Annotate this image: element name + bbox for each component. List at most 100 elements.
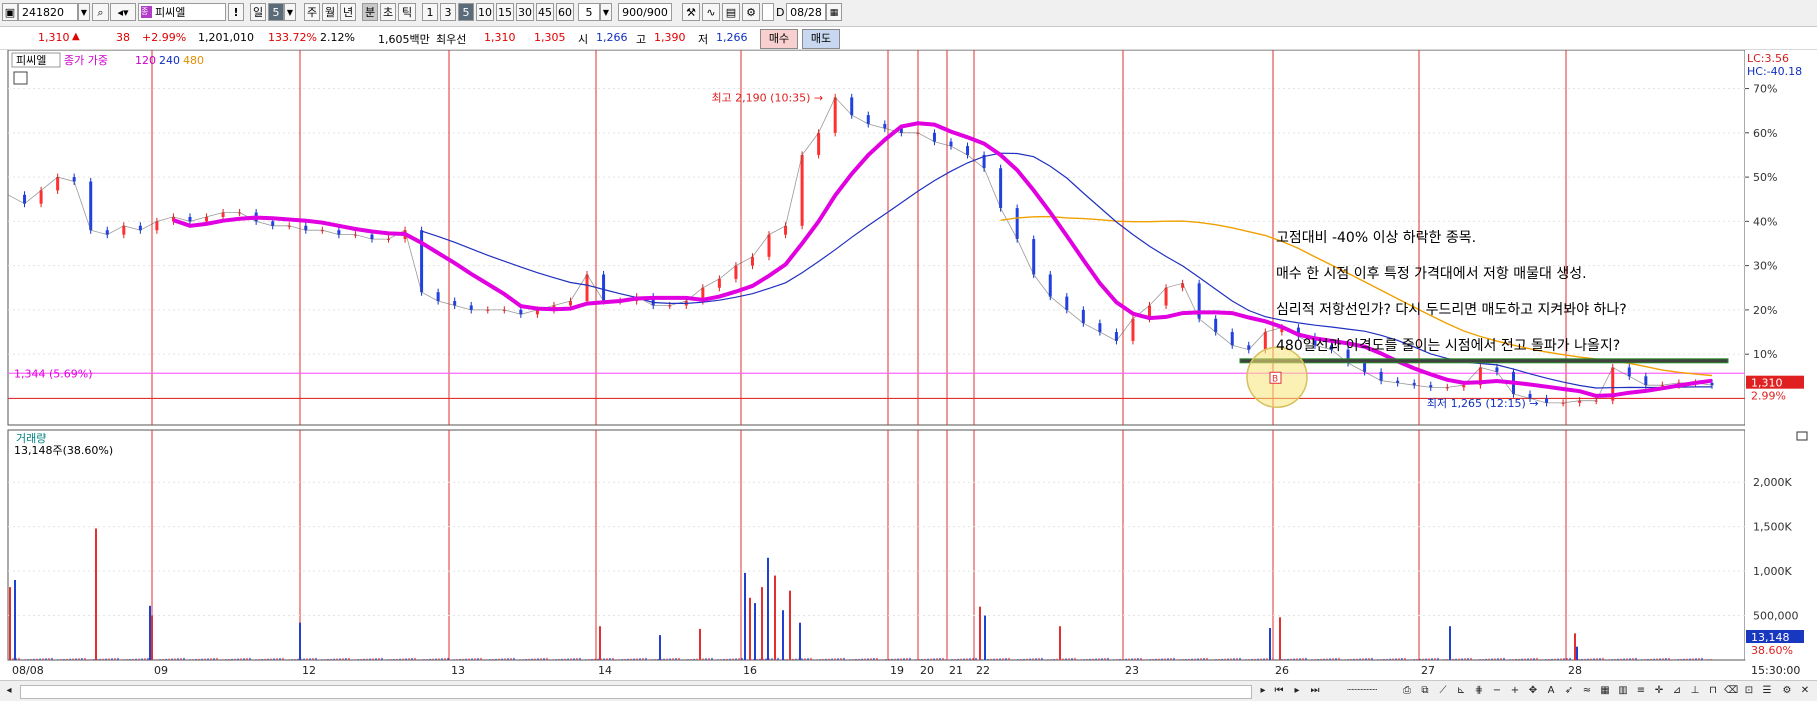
magnet-icon[interactable]: ⊓ bbox=[1706, 684, 1720, 698]
sound-icon[interactable]: ◂▾ bbox=[110, 3, 136, 21]
up-arrow-icon: ▲ bbox=[72, 31, 80, 42]
last-page-icon[interactable]: ⏭ bbox=[1308, 684, 1322, 698]
period-day[interactable]: 일 bbox=[250, 3, 266, 21]
play-icon[interactable]: ▸ bbox=[1290, 684, 1304, 698]
interval-10[interactable]: 10 bbox=[476, 3, 494, 21]
candle-body bbox=[1230, 332, 1234, 346]
move-icon[interactable]: ✥ bbox=[1526, 684, 1540, 698]
alert-button[interactable]: ! bbox=[228, 3, 244, 21]
interval-3[interactable]: 3 bbox=[440, 3, 456, 21]
print-icon[interactable]: ⎙ bbox=[1400, 684, 1414, 698]
tool-icon[interactable]: ⚒ bbox=[682, 3, 700, 21]
indicator-icon[interactable]: ⊿ bbox=[1670, 684, 1684, 698]
period-day-count[interactable]: 5 bbox=[268, 3, 284, 21]
settings-icon[interactable]: ⚙ bbox=[1780, 684, 1794, 698]
pct-label: 2.99% bbox=[1751, 390, 1786, 403]
price-label: 1,310 bbox=[1751, 377, 1783, 390]
zoom-in-icon[interactable]: + bbox=[1508, 684, 1522, 698]
note-line: 480일선과 이격도를 줄이는 시점에서 전고 돌파가 나올지? bbox=[1276, 338, 1620, 354]
trend-tool-icon[interactable]: ⊾ bbox=[1454, 684, 1468, 698]
cross-icon[interactable]: ✛ bbox=[1652, 684, 1666, 698]
line-tool-icon[interactable]: ⟋ bbox=[1436, 684, 1450, 698]
scroll-track[interactable] bbox=[20, 685, 1252, 699]
first-page-icon[interactable]: ⏮ bbox=[1272, 684, 1286, 698]
period-second[interactable]: 초 bbox=[380, 3, 396, 21]
fib-tool-icon[interactable]: ⋕ bbox=[1472, 684, 1486, 698]
date-label: 09 bbox=[154, 664, 168, 677]
scroll-right-icon[interactable]: ▸ bbox=[1256, 684, 1270, 698]
table-icon[interactable] bbox=[13, 71, 28, 85]
volume-ratio: 133.72% bbox=[268, 31, 317, 44]
period-dropdown-icon[interactable]: ▼ bbox=[284, 3, 296, 21]
calendar-icon[interactable]: ▦ bbox=[826, 3, 842, 21]
interval-30[interactable]: 30 bbox=[516, 3, 534, 21]
date-checkbox[interactable] bbox=[762, 3, 774, 21]
low-label: 최저 1,265 (12:15) → bbox=[1427, 397, 1539, 410]
period-year[interactable]: 년 bbox=[340, 3, 356, 21]
interval-60[interactable]: 60 bbox=[556, 3, 574, 21]
period-tick[interactable]: 틱 bbox=[398, 3, 416, 21]
grid-tool-icon[interactable]: ▦ bbox=[1598, 684, 1612, 698]
date-label: 26 bbox=[1275, 664, 1289, 677]
save-icon[interactable]: ▤ bbox=[722, 3, 740, 21]
interval-45[interactable]: 45 bbox=[536, 3, 554, 21]
stock-name: 피씨엘 bbox=[155, 6, 186, 19]
date-label: 22 bbox=[976, 664, 990, 677]
interval-dropdown-icon[interactable]: ▼ bbox=[600, 3, 612, 21]
search-icon[interactable]: ⌕ bbox=[92, 3, 109, 21]
change-percent: +2.99% bbox=[142, 31, 187, 44]
wave-tool-icon[interactable]: ≈ bbox=[1580, 684, 1594, 698]
candle-body bbox=[1627, 367, 1631, 377]
period-month[interactable]: 월 bbox=[322, 3, 338, 21]
code-dropdown-icon[interactable]: ▼ bbox=[78, 3, 90, 21]
candle-body bbox=[1363, 363, 1367, 372]
chart-type-icon[interactable]: ▥ bbox=[1616, 684, 1630, 698]
price-tick-label: 60% bbox=[1753, 127, 1777, 140]
pattern-icon[interactable]: ∿ bbox=[702, 3, 720, 21]
eraser-icon[interactable]: ⌫ bbox=[1724, 684, 1738, 698]
candle-body bbox=[966, 146, 970, 155]
interval-5[interactable]: 5 bbox=[458, 3, 474, 21]
candle-body bbox=[833, 97, 837, 133]
price-tick-label: 10% bbox=[1753, 348, 1777, 361]
price-change: 38 bbox=[116, 31, 130, 44]
zoom-slider[interactable]: ┈┈┈┈┈ bbox=[1332, 684, 1392, 698]
sell-button[interactable]: 매도 bbox=[802, 29, 840, 49]
close-icon[interactable]: ✕ bbox=[1798, 684, 1812, 698]
price-tick-label: 20% bbox=[1753, 304, 1777, 317]
candle-body bbox=[817, 132, 821, 155]
buy-button[interactable]: 매수 bbox=[760, 29, 798, 49]
candle-body bbox=[1263, 332, 1267, 350]
interval-input[interactable]: 5 bbox=[578, 3, 600, 21]
date-field[interactable]: 08/28 bbox=[786, 3, 826, 21]
code-input[interactable]: 241820 bbox=[18, 3, 78, 21]
volume-current: 13,148주(38.60%) bbox=[14, 444, 113, 457]
period-minute[interactable]: 분 bbox=[362, 3, 378, 21]
list-icon[interactable]: ☰ bbox=[1760, 684, 1774, 698]
turnover-percent: 2.12% bbox=[320, 31, 355, 44]
stack-icon[interactable]: ≡ bbox=[1634, 684, 1648, 698]
candle-body bbox=[1644, 376, 1648, 386]
candle-body bbox=[734, 265, 738, 279]
candle-body bbox=[568, 301, 572, 306]
scroll-left-icon[interactable]: ◂ bbox=[2, 684, 16, 698]
high-label: 최고 2,190 (10:35) → bbox=[711, 91, 823, 104]
interval-15[interactable]: 15 bbox=[496, 3, 514, 21]
volume-panel bbox=[7, 429, 1746, 661]
period-week[interactable]: 주 bbox=[304, 3, 320, 21]
ruler-icon[interactable]: ⊥ bbox=[1688, 684, 1702, 698]
zoom-out-icon[interactable]: − bbox=[1490, 684, 1504, 698]
gear-icon[interactable]: ⚙ bbox=[742, 3, 760, 21]
count-field[interactable]: 900/900 bbox=[618, 3, 672, 21]
candle-body bbox=[1065, 296, 1069, 310]
price-chart[interactable]: 10% 20% 30% 40% 50% 60% 70% 08/08 09 12 13 14 16 19 20… bbox=[0, 50, 1817, 680]
arrow-tool-icon[interactable]: ➶ bbox=[1562, 684, 1576, 698]
copy-icon[interactable]: ⧉ bbox=[1418, 684, 1432, 698]
volume-collapse-icon[interactable] bbox=[1796, 431, 1808, 441]
text-tool-icon[interactable]: A bbox=[1544, 684, 1558, 698]
stock-name-field[interactable]: 종 피씨엘 bbox=[138, 3, 226, 21]
scroll-bar[interactable]: ◂ ▸ ⏮ ▸ ⏭ ┈┈┈┈┈ ⎙ ⧉ ⟋ ⊾ ⋕ − + ✥ A ➶ ≈ ▦ … bbox=[0, 680, 1817, 701]
window-icon[interactable]: ▣ bbox=[2, 3, 18, 21]
lock-icon[interactable]: ⊡ bbox=[1742, 684, 1756, 698]
interval-1[interactable]: 1 bbox=[422, 3, 438, 21]
